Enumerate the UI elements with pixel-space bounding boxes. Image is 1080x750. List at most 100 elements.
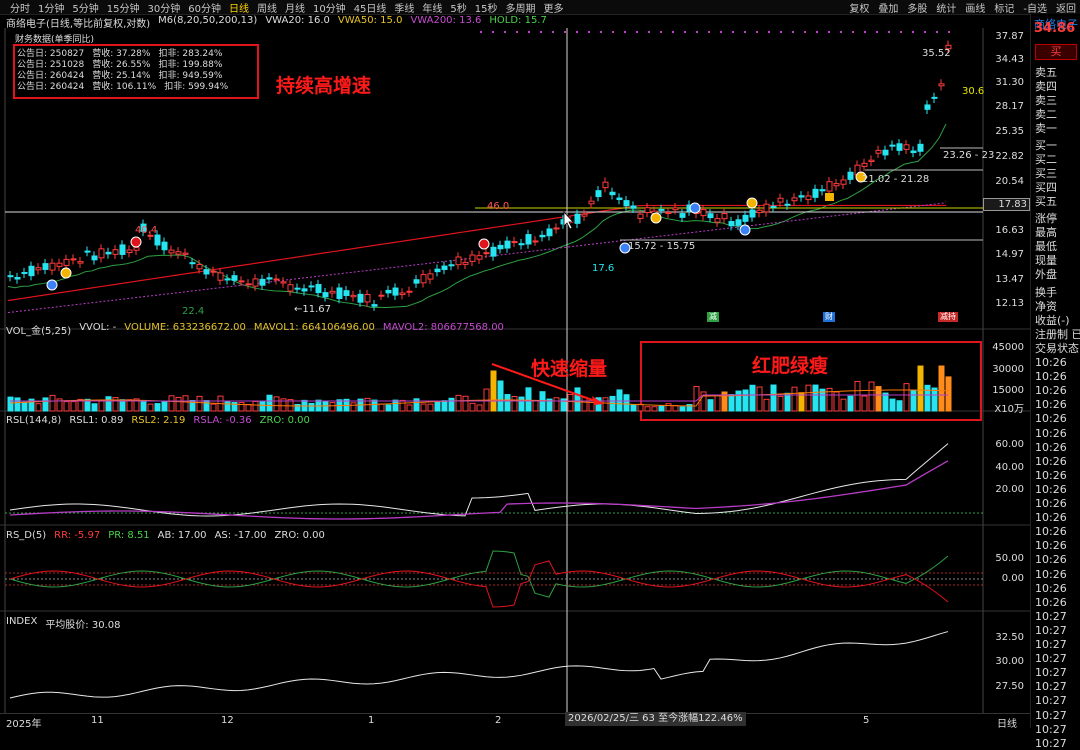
toolbar-button[interactable]: 返回: [1056, 0, 1076, 15]
candle-body: [834, 184, 839, 186]
trade-time: 10:27: [1035, 666, 1067, 679]
volume-bar: [652, 407, 657, 411]
signal-icon[interactable]: [740, 225, 750, 235]
signal-icon[interactable]: [479, 239, 489, 249]
main-chart[interactable]: [0, 0, 1030, 728]
volume-bar: [897, 401, 902, 411]
event-dot: [708, 31, 710, 33]
event-dot: [504, 31, 506, 33]
last-price: 34.86 3: [1034, 21, 1080, 36]
trade-time: 10:27: [1035, 638, 1067, 651]
volume-bar: [575, 388, 580, 411]
signal-icon[interactable]: [61, 268, 71, 278]
candle-body: [337, 288, 342, 299]
candle-body: [729, 222, 734, 226]
volume-bar: [498, 381, 503, 411]
volume-bar: [386, 405, 391, 411]
volume-bar: [435, 402, 440, 411]
candle-body: [827, 182, 832, 191]
signal-icon[interactable]: [131, 237, 141, 247]
volume-bar: [925, 385, 930, 411]
event-dot: [528, 31, 530, 33]
quote-row: 外盘: [1035, 266, 1057, 282]
trade-time: 10:27: [1035, 680, 1067, 693]
candle-body: [92, 256, 97, 260]
price-axis-label: 14.97: [995, 249, 1024, 260]
volume-bar: [351, 403, 356, 411]
candle-body: [484, 253, 489, 254]
event-dot: [624, 31, 626, 33]
candle-body: [596, 191, 601, 197]
signal-icon[interactable]: [747, 198, 757, 208]
volume-bar: [666, 404, 671, 411]
volume-bar: [330, 403, 335, 411]
trade-time: 10:26: [1035, 384, 1067, 397]
candle-body: [344, 291, 349, 296]
candle-body: [365, 295, 370, 302]
volume-bar: [204, 401, 209, 411]
volume-bar: [106, 397, 111, 411]
signal-icon[interactable]: [651, 213, 661, 223]
volume-bar: [239, 403, 244, 411]
event-badge[interactable]: 减: [707, 312, 719, 322]
buy-button[interactable]: 买: [1035, 44, 1077, 60]
volume-bar: [785, 393, 790, 411]
time-axis-label: 2: [495, 715, 501, 726]
candle-body: [50, 263, 55, 270]
rsl-axis-label: 20.00: [995, 484, 1024, 495]
volume-bar: [617, 390, 622, 411]
volume-bar: [624, 395, 629, 411]
candle-body: [904, 145, 909, 150]
price-axis-label: 20.54: [995, 176, 1024, 187]
candle-body: [869, 160, 874, 161]
zro-label: ZRO: 0.00: [260, 415, 310, 426]
rsla-label: RSLA: -0.36: [193, 415, 251, 426]
signal-icon[interactable]: [690, 203, 700, 213]
volume-bar: [813, 385, 818, 411]
rr-label: RR: -5.97: [54, 530, 100, 541]
volume-bar: [183, 396, 188, 411]
volume-bar: [491, 371, 496, 411]
volume-bar: [323, 402, 328, 411]
candle-body: [358, 294, 363, 302]
volume-bar: [169, 396, 174, 411]
volume-bar: [848, 396, 853, 411]
price-axis-label: 28.17: [995, 101, 1024, 112]
candle-body: [204, 270, 209, 274]
volume-bar: [421, 404, 426, 411]
candle-body: [190, 263, 195, 264]
event-badge[interactable]: 财: [823, 312, 835, 322]
volume-panel-header: VOL_金(5,25) VVOL: - VOLUME: 633236672.00…: [6, 322, 504, 337]
mavol2-label: MAVOL2: 806677568.00: [383, 322, 504, 337]
shrink-annotation: 快速缩量: [531, 354, 607, 381]
volume-bar: [869, 382, 874, 411]
candle-body: [463, 262, 468, 264]
candle-body: [386, 290, 391, 292]
event-dot: [540, 31, 542, 33]
volume-bar: [519, 397, 524, 411]
candle-body: [610, 192, 615, 194]
time-axis-label: 11: [91, 715, 104, 726]
volume-bar: [939, 366, 944, 411]
signal-icon[interactable]: [47, 280, 57, 290]
volume-bar: [428, 404, 433, 411]
volume-axis-label: 30000: [992, 364, 1024, 375]
index-axis-label: 30.00: [995, 656, 1024, 667]
candle-body: [813, 189, 818, 197]
event-badge[interactable]: 减持: [938, 312, 958, 322]
candle-body: [414, 280, 419, 283]
time-axis-label: 12: [221, 715, 234, 726]
candle-body: [631, 206, 636, 208]
volume-bar: [911, 391, 916, 411]
rsl-name: RSL(144,8): [6, 415, 61, 426]
signal-icon[interactable]: [825, 193, 834, 201]
volume-bar: [442, 401, 447, 411]
volume-bar: [946, 377, 951, 411]
volume-bar: [50, 395, 55, 411]
volume-bar: [155, 404, 160, 411]
quote-label: 卖一: [1035, 122, 1057, 135]
trade-time: 10:26: [1035, 356, 1067, 369]
volume-bar: [757, 387, 762, 411]
volume-bar: [855, 381, 860, 411]
volume-bar: [477, 405, 482, 411]
